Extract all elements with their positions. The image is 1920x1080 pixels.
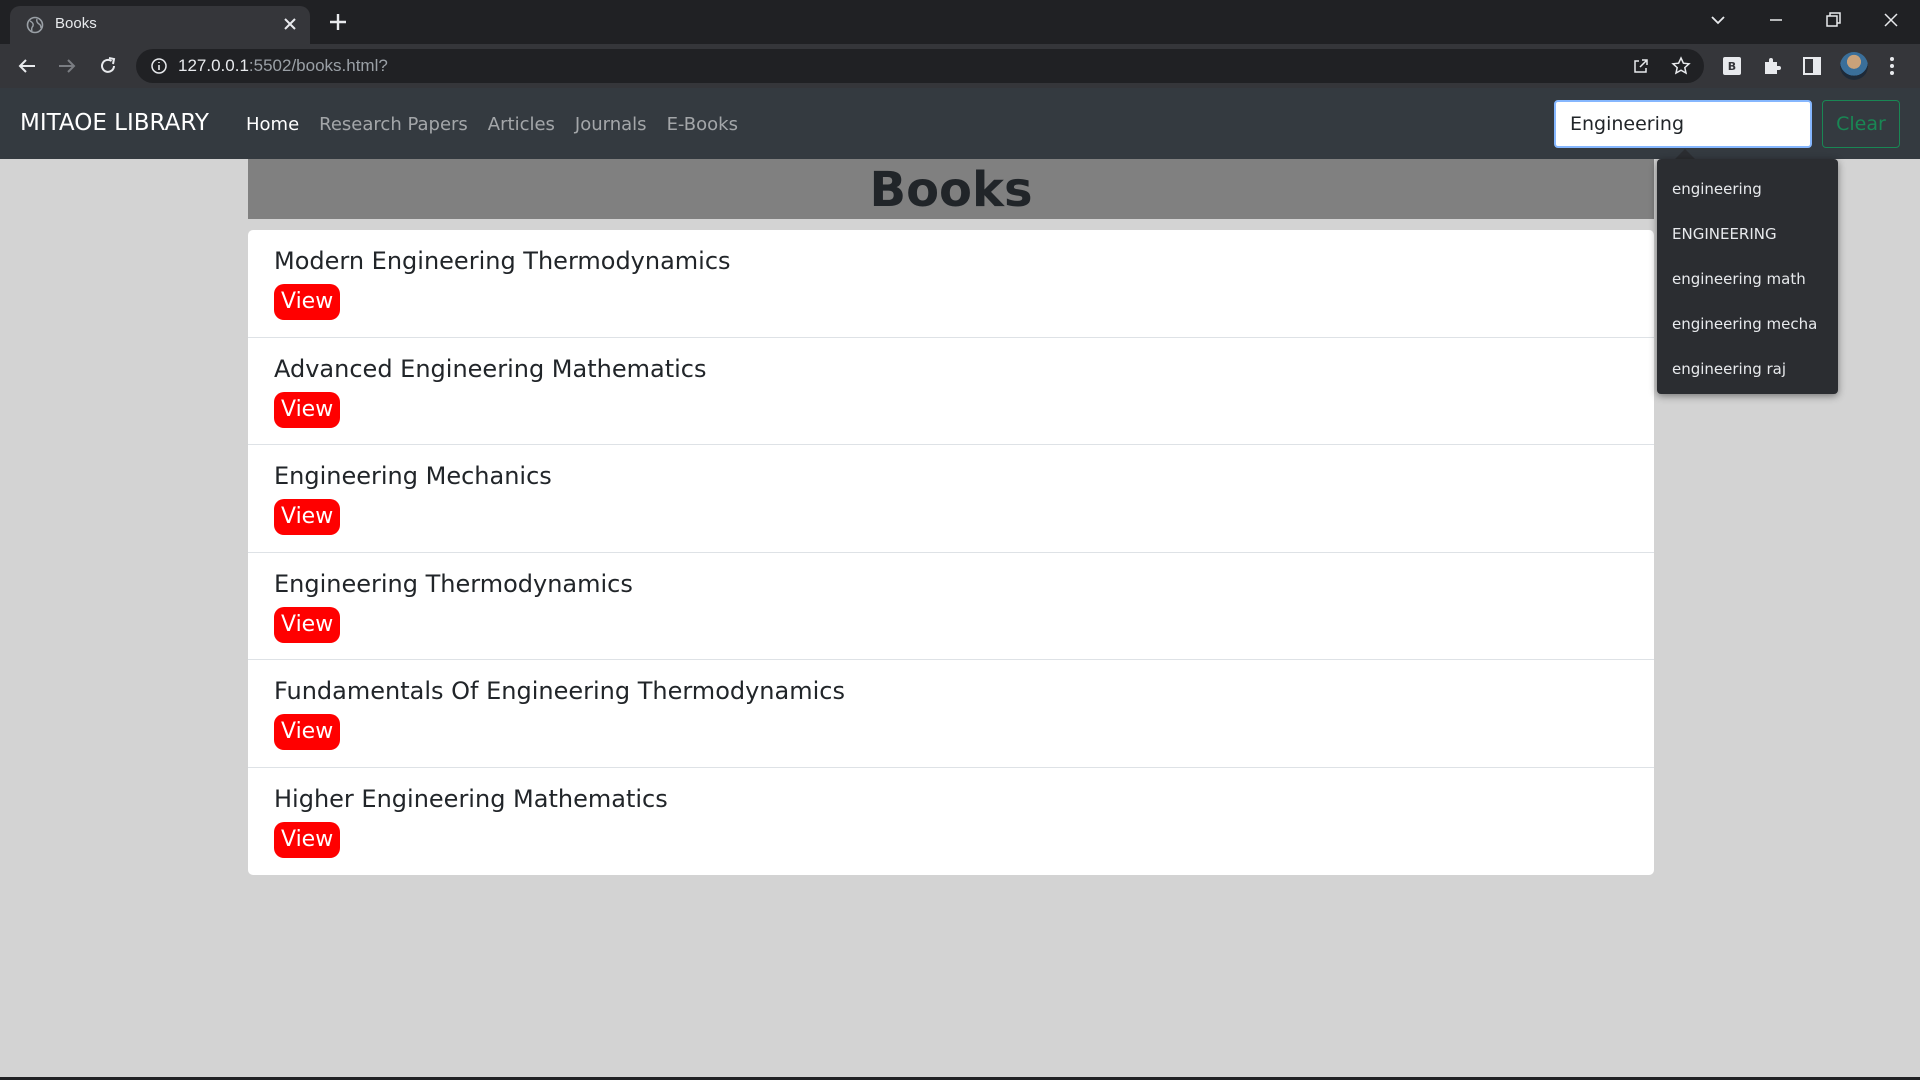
share-icon[interactable]	[1631, 56, 1651, 76]
suggestions-caret	[1675, 149, 1695, 159]
clear-button[interactable]: Clear	[1822, 100, 1900, 148]
book-title: Advanced Engineering Mathematics	[274, 354, 707, 383]
book-title: Higher Engineering Mathematics	[274, 784, 668, 813]
side-panel-icon[interactable]	[1800, 54, 1824, 78]
restore-icon[interactable]	[1821, 8, 1845, 32]
book-title: Fundamentals Of Engineering Thermodynami…	[274, 677, 845, 705]
browser-toolbar: 127.0.0.1:5502/books.html? B	[0, 44, 1920, 88]
book-title: Modern Engineering Thermodynamics	[274, 247, 731, 275]
address-bar[interactable]: 127.0.0.1:5502/books.html?	[136, 49, 1704, 83]
back-arrow-icon[interactable]	[15, 54, 39, 78]
url-path: :5502/books.html?	[248, 56, 388, 75]
nav-link-home[interactable]: Home	[236, 114, 309, 135]
bookmark-star-icon[interactable]	[1671, 56, 1691, 76]
menu-kebab-icon[interactable]	[1880, 54, 1904, 78]
view-button[interactable]: View	[274, 391, 341, 428]
url-text: 127.0.0.1:5502/books.html?	[178, 56, 388, 76]
search-input[interactable]	[1554, 100, 1812, 148]
suggestion-item[interactable]: engineering mecha	[1657, 302, 1838, 347]
tab-title: Books	[55, 15, 97, 32]
book-title: Engineering Thermodynamics	[274, 569, 633, 598]
view-button[interactable]: View	[274, 714, 341, 750]
profile-avatar[interactable]	[1840, 52, 1868, 80]
close-tab-icon[interactable]	[280, 14, 300, 34]
browser-tab-strip: Books	[0, 0, 1920, 44]
book-list: Modern Engineering Thermodynamics View A…	[248, 230, 1654, 875]
books-heading-bar: Books	[248, 159, 1654, 219]
view-button[interactable]: View	[274, 499, 341, 535]
suggestion-item[interactable]: engineering math	[1657, 257, 1838, 302]
reload-icon[interactable]	[96, 54, 120, 78]
suggestion-item[interactable]: engineering	[1657, 167, 1838, 212]
new-tab-icon[interactable]	[326, 10, 350, 34]
extension-b-icon[interactable]: B	[1720, 54, 1744, 78]
view-button[interactable]: View	[274, 284, 341, 320]
url-host: 127.0.0.1	[178, 56, 249, 75]
list-item: Modern Engineering Thermodynamics View	[248, 230, 1654, 338]
list-item: Advanced Engineering Mathematics View	[248, 338, 1654, 445]
extensions-puzzle-icon[interactable]	[1760, 54, 1784, 78]
nav-link-articles[interactable]: Articles	[478, 114, 565, 135]
app-navbar: MITAOE LIBRARY Home Research Papers Arti…	[0, 88, 1920, 159]
globe-icon	[26, 16, 44, 34]
tab-search-chevron-icon[interactable]	[1706, 8, 1730, 32]
brand-logo-text[interactable]: MITAOE LIBRARY	[20, 110, 209, 136]
list-item: Higher Engineering Mathematics View	[248, 768, 1654, 876]
nav-link-research-papers[interactable]: Research Papers	[309, 114, 478, 135]
view-button[interactable]: View	[274, 821, 341, 858]
minimize-icon[interactable]	[1764, 8, 1788, 32]
nav-link-journals[interactable]: Journals	[565, 114, 657, 135]
autocomplete-suggestions: engineering ENGINEERING engineering math…	[1657, 159, 1838, 394]
suggestion-item[interactable]: ENGINEERING	[1657, 212, 1838, 257]
book-title: Engineering Mechanics	[274, 462, 552, 490]
page-title: Books	[869, 162, 1033, 218]
svg-text:B: B	[1728, 60, 1736, 73]
view-button[interactable]: View	[274, 606, 341, 643]
browser-tab[interactable]: Books	[10, 6, 310, 44]
site-info-icon[interactable]	[150, 57, 168, 75]
list-item: Engineering Thermodynamics View	[248, 553, 1654, 660]
forward-arrow-icon[interactable]	[55, 54, 79, 78]
nav-links: Home Research Papers Articles Journals E…	[236, 114, 748, 135]
list-item: Engineering Mechanics View	[248, 445, 1654, 553]
nav-link-e-books[interactable]: E-Books	[657, 114, 748, 135]
window-close-icon[interactable]	[1879, 8, 1903, 32]
suggestion-item[interactable]: engineering raj	[1657, 347, 1838, 392]
list-item: Fundamentals Of Engineering Thermodynami…	[248, 660, 1654, 768]
